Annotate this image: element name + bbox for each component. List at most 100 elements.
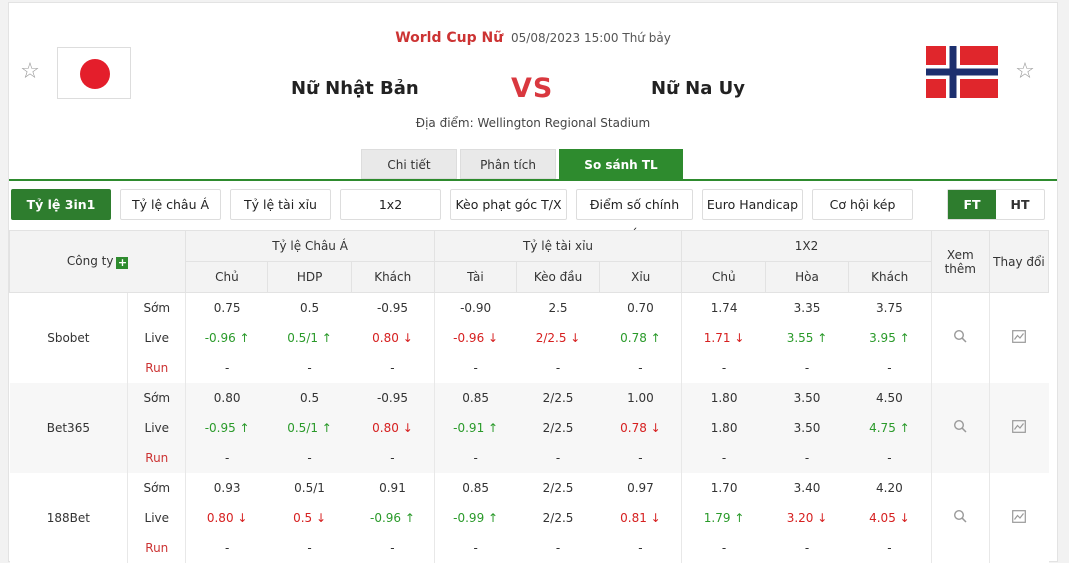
odds-cell: -: [599, 532, 683, 563]
chart-icon[interactable]: [1012, 509, 1027, 523]
tab-odds-compare[interactable]: So sánh TL: [559, 149, 683, 179]
away-team-name[interactable]: Nữ Na Uy: [651, 78, 745, 99]
odds-cell: 3.75: [848, 292, 932, 323]
odds-cell: -: [516, 352, 600, 383]
add-company-plus-icon[interactable]: +: [116, 257, 129, 269]
chart-icon[interactable]: [1012, 329, 1027, 343]
search-icon[interactable]: [953, 419, 967, 433]
odds-state-label: Sớm: [127, 472, 187, 503]
filter-3in1-button[interactable]: Tỷ lệ 3in1: [11, 189, 111, 220]
odds-cell: -: [185, 442, 268, 473]
odds-cell: 2.5: [516, 292, 600, 323]
odds-cell: 1.80: [681, 412, 766, 443]
period-ft-button[interactable]: FT: [948, 190, 996, 219]
table-row: Sbobet Sớm 0.75 0.5 -0.95 -0.90 2.5 0.70 1.74 3.3…: [9, 292, 1049, 383]
table-row: Run - - - - - - - - -: [10, 352, 1049, 383]
odds-cell: -: [267, 442, 352, 473]
odds-cell: -: [681, 352, 766, 383]
odds-cell: 0.85: [434, 382, 517, 413]
company-name[interactable]: Bet365: [9, 382, 129, 473]
table-row: Bet365 Sớm 0.80 0.5 -0.95 0.85 2/2.5 1.00 1.80 3.…: [9, 382, 1049, 473]
odds-cell: 2/2.5: [516, 412, 600, 443]
odds-cell: 3.50: [765, 412, 849, 443]
header-1x2: 1X2: [681, 230, 932, 262]
odds-state-label: Sớm: [127, 292, 187, 323]
odds-cell: 2/2.5: [516, 382, 600, 413]
odds-cell: 4.50: [848, 382, 932, 413]
company-name[interactable]: 188Bet: [9, 472, 129, 563]
home-team-name[interactable]: Nữ Nhật Bản: [291, 78, 419, 99]
filter-corner-ou-button[interactable]: Kèo phạt góc T/X: [450, 189, 567, 220]
filter-double-chance-button[interactable]: Cơ hội kép: [812, 189, 913, 220]
header-company: Công ty +: [8, 230, 187, 293]
odds-cell: -: [267, 532, 352, 563]
subheader-1x2-home: Chủ: [681, 261, 767, 293]
table-row: Live -0.95 ↑ 0.5/1 ↑ 0.80 ↓ -0.91 ↑ 2/2.5 0.78…: [10, 412, 1049, 443]
odds-state-label: Sớm: [127, 382, 187, 413]
odds-cell: 0.5/1: [267, 472, 352, 503]
filter-correct-score-button[interactable]: Điểm số chính xác: [576, 189, 693, 241]
odds-cell: 0.80 ↓: [351, 322, 435, 353]
change-cell: [989, 292, 1049, 383]
odds-cell: 2/2.5: [516, 502, 600, 533]
tab-details[interactable]: Chi tiết: [361, 149, 457, 179]
subheader-1x2-draw: Hòa: [765, 261, 849, 293]
odds-cell: 1.00: [599, 382, 683, 413]
header-more: Xem thêm: [930, 230, 990, 293]
header-over-under: Tỷ lệ tài xỉu: [433, 230, 683, 262]
league-name[interactable]: World Cup Nữ: [395, 30, 503, 46]
odds-cell: 0.78 ↑: [599, 322, 683, 353]
odds-cell: 0.81 ↓: [599, 502, 683, 533]
subheader-line: Kèo đầu: [515, 261, 601, 293]
company-name[interactable]: Sbobet: [9, 292, 129, 383]
search-icon[interactable]: [953, 509, 967, 523]
odds-cell: 0.5: [267, 292, 352, 323]
odds-cell: 2/2.5 ↓: [516, 322, 600, 353]
odds-table-body: Sbobet Sớm 0.75 0.5 -0.95 -0.90 2.5 0.70 1.74 3.3…: [9, 292, 1049, 563]
tab-underline: [9, 179, 1057, 181]
odds-state-label: Live: [127, 322, 187, 353]
period-ht-button[interactable]: HT: [996, 190, 1044, 219]
tab-analysis[interactable]: Phân tích: [460, 149, 556, 179]
odds-cell: -: [599, 442, 683, 473]
home-team-flag: [57, 47, 131, 99]
odds-cell: 3.40: [765, 472, 849, 503]
venue: Địa điểm: Wellington Regional Stadium: [415, 116, 651, 130]
odds-cell: 1.74: [681, 292, 766, 323]
favorite-home-star-icon[interactable]: ☆: [19, 61, 41, 83]
filter-euro-handicap-button[interactable]: Euro Handicap: [702, 189, 803, 220]
odds-cell: -0.96 ↑: [185, 322, 268, 353]
search-icon[interactable]: [953, 329, 967, 343]
odds-cell: -: [185, 352, 268, 383]
odds-cell: -: [681, 532, 766, 563]
odds-cell: 4.20: [848, 472, 932, 503]
chart-icon[interactable]: [1012, 419, 1027, 433]
odds-cell: 0.91: [351, 472, 435, 503]
match-card: World Cup Nữ 05/08/2023 15:00 Thứ bảy ☆ …: [8, 2, 1058, 563]
odds-state-label: Run: [127, 352, 187, 383]
odds-cell: -: [516, 442, 600, 473]
odds-cell: 0.80 ↓: [351, 412, 435, 443]
filter-asian-button[interactable]: Tỷ lệ châu Á: [120, 189, 221, 220]
odds-cell: 3.50: [765, 382, 849, 413]
odds-cell: -: [351, 442, 435, 473]
table-row: Live 0.80 ↓ 0.5 ↓ -0.96 ↑ -0.99 ↑ 2/2.5 0.81 ↓…: [10, 502, 1049, 533]
odds-cell: 0.78 ↓: [599, 412, 683, 443]
japan-flag-disc: [80, 59, 110, 89]
odds-cell: -0.96 ↑: [351, 502, 435, 533]
match-info-line: World Cup Nữ 05/08/2023 15:00 Thứ bảy: [9, 30, 1057, 46]
odds-cell: -: [765, 442, 849, 473]
odds-cell: 0.5: [267, 382, 352, 413]
filter-over-under-button[interactable]: Tỷ lệ tài xỉu: [230, 189, 331, 220]
odds-cell: 0.5/1 ↑: [267, 412, 352, 443]
odds-state-label: Live: [127, 412, 187, 443]
odds-cell: 3.35: [765, 292, 849, 323]
filter-1x2-button[interactable]: 1x2: [340, 189, 441, 220]
odds-cell: -: [434, 352, 517, 383]
odds-cell: 0.80 ↓: [185, 502, 268, 533]
odds-cell: -: [765, 532, 849, 563]
odds-cell: 0.93: [185, 472, 268, 503]
odds-cell: 4.75 ↑: [848, 412, 932, 443]
subheader-1x2-away: Khách: [847, 261, 932, 293]
favorite-away-star-icon[interactable]: ☆: [1014, 61, 1036, 83]
